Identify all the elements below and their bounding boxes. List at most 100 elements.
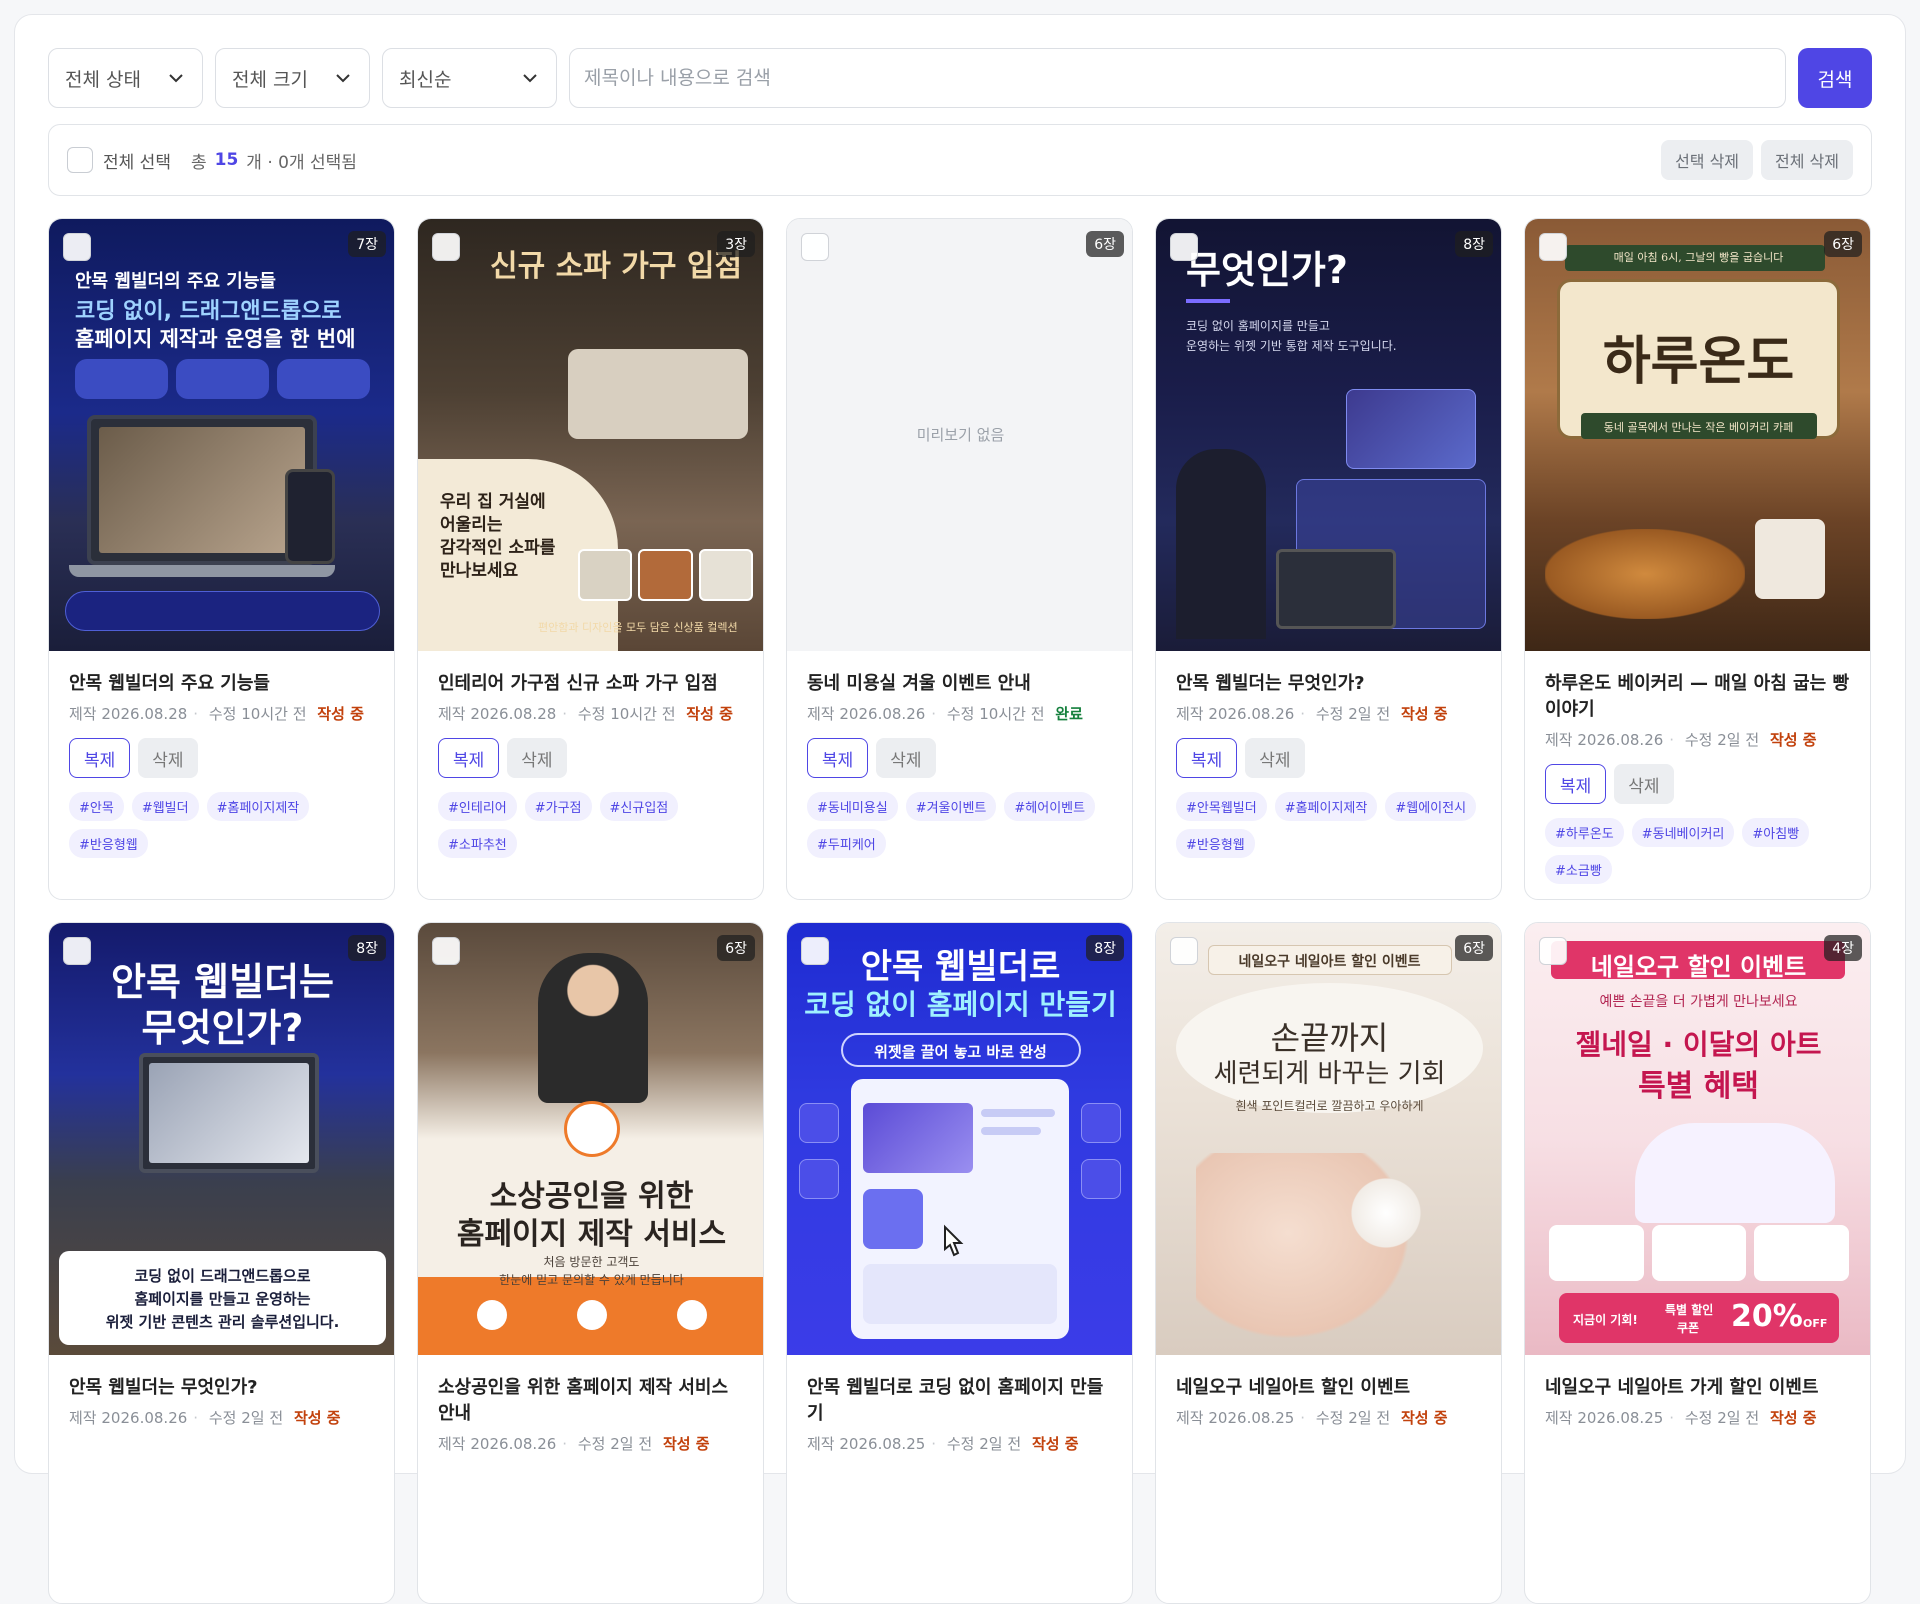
sort-select[interactable]: 최신순	[382, 48, 557, 108]
thumb-heading: 무엇인가?	[1186, 248, 1348, 292]
card-thumbnail[interactable]: 안목 웹빌더의 주요 기능들 코딩 없이, 드래그앤드롭으로 홈페이지 제작과 …	[49, 219, 394, 651]
tag[interactable]: #가구점	[524, 792, 592, 821]
card-title[interactable]: 하루온도 베이커리 — 매일 아침 굽는 빵 이야기	[1545, 671, 1850, 723]
card-checkbox[interactable]	[1539, 937, 1567, 965]
delete-button[interactable]: 삭제	[876, 738, 936, 778]
card-thumbnail[interactable]: 네일오구 할인 이벤트 예쁜 손끝을 더 가볍게 만나보세요 젤네일 · 이달의…	[1525, 923, 1870, 1355]
tag[interactable]: #안목	[69, 792, 124, 821]
size-filter-select[interactable]: 전체 크기	[215, 48, 370, 108]
tag[interactable]: #겨울이벤트	[905, 792, 997, 821]
card-thumbnail[interactable]: 매일 아침 6시, 그날의 빵을 굽습니다 하루온도 동네 골목에서 만나는 작…	[1525, 219, 1870, 651]
content-card[interactable]: 안목 웹빌더로 코딩 없이 홈페이지 만들기 위젯을 끌어 놓고 바로 완성 8…	[786, 922, 1133, 1604]
tag[interactable]: #동네베이커리	[1631, 818, 1735, 847]
thumb-sub: 예쁜 손끝을 더 가볍게 만나보세요	[1599, 994, 1798, 1010]
card-title[interactable]: 안목 웹빌더의 주요 기능들	[69, 671, 374, 697]
card-checkbox[interactable]	[432, 937, 460, 965]
content-card[interactable]: 미리보기 없음 6장 동네 미용실 겨울 이벤트 안내 제작 2026.08.2…	[786, 218, 1133, 900]
card-thumbnail[interactable]: 안목 웹빌더는 무엇인가? 코딩 없이 드래그앤드롭으로 홈페이지를 만들고 운…	[49, 923, 394, 1355]
card-title[interactable]: 동네 미용실 겨울 이벤트 안내	[807, 671, 1112, 697]
card-thumbnail[interactable]: 미리보기 없음 6장	[787, 219, 1132, 651]
delete-selected-button[interactable]: 선택 삭제	[1661, 140, 1754, 180]
updated-prefix: 수정	[1684, 1409, 1713, 1427]
card-checkbox[interactable]	[1539, 233, 1567, 261]
thumb-heading-2: 홈페이지 제작 서비스	[456, 1217, 727, 1252]
tag[interactable]: #소금빵	[1545, 855, 1612, 884]
card-title[interactable]: 소상공인을 위한 홈페이지 제작 서비스 안내	[438, 1375, 743, 1427]
content-card[interactable]: 신규 소파 가구 입점 우리 집 거실에 어울리는 감각적인 소파를 만나보세요…	[417, 218, 764, 900]
content-card[interactable]: 안목 웹빌더는 무엇인가? 코딩 없이 드래그앤드롭으로 홈페이지를 만들고 운…	[48, 922, 395, 1604]
updated-prefix: 수정	[208, 705, 237, 723]
card-thumbnail[interactable]: 무엇인가? 코딩 없이 홈페이지를 만들고 운영하는 위젯 기반 통합 제작 도…	[1156, 219, 1501, 651]
card-checkbox[interactable]	[801, 937, 829, 965]
tag[interactable]: #반응형웹	[69, 829, 148, 858]
search-button[interactable]: 검색	[1798, 48, 1872, 108]
card-checkbox[interactable]	[63, 937, 91, 965]
card-thumbnail[interactable]: 네일오구 네일아트 할인 이벤트 손끝까지 세련되게 바꾸는 기회 흰색 포인트…	[1156, 923, 1501, 1355]
select-all-label[interactable]: 전체 선택	[103, 148, 171, 173]
content-card[interactable]: 네일오구 네일아트 할인 이벤트 손끝까지 세련되게 바꾸는 기회 흰색 포인트…	[1155, 922, 1502, 1604]
tag[interactable]: #하루온도	[1545, 818, 1624, 847]
card-title[interactable]: 네일오구 네일아트 할인 이벤트	[1176, 1375, 1481, 1401]
tag[interactable]: #웹에이전시	[1385, 792, 1477, 821]
tag[interactable]: #홈페이지제작	[206, 792, 310, 821]
card-title[interactable]: 인테리어 가구점 신규 소파 가구 입점	[438, 671, 743, 697]
tag[interactable]: #두피케어	[807, 829, 886, 858]
copy-button[interactable]: 복제	[807, 738, 869, 778]
card-title[interactable]: 안목 웹빌더는 무엇인가?	[69, 1375, 374, 1401]
card-thumbnail[interactable]: 소상공인을 위한 홈페이지 제작 서비스 처음 방문한 고객도 한눈에 믿고 문…	[418, 923, 763, 1355]
content-card[interactable]: 매일 아침 6시, 그날의 빵을 굽습니다 하루온도 동네 골목에서 만나는 작…	[1524, 218, 1871, 900]
tag[interactable]: #소파추천	[438, 829, 517, 858]
status-badge: 작성 중	[1400, 705, 1448, 723]
status-filter-value: 전체 상태	[65, 68, 141, 91]
search-input[interactable]	[569, 48, 1786, 108]
copy-button[interactable]: 복제	[438, 738, 500, 778]
thumb-line-1: 코딩 없이 드래그앤드롭으로	[134, 1267, 311, 1285]
card-checkbox[interactable]	[801, 233, 829, 261]
card-checkbox[interactable]	[1170, 233, 1198, 261]
content-card[interactable]: 네일오구 할인 이벤트 예쁜 손끝을 더 가볍게 만나보세요 젤네일 · 이달의…	[1524, 922, 1871, 1604]
tag[interactable]: #동네미용실	[807, 792, 898, 821]
chevron-down-icon	[333, 68, 353, 88]
delete-all-button[interactable]: 전체 삭제	[1761, 140, 1853, 180]
thumb-heading: 안목 웹빌더의 주요 기능들	[75, 271, 276, 292]
card-title[interactable]: 안목 웹빌더로 코딩 없이 홈페이지 만들기	[807, 1375, 1112, 1427]
no-preview-label: 미리보기 없음	[916, 426, 1005, 444]
accent-underline	[1186, 299, 1230, 303]
tag[interactable]: #아침빵	[1742, 818, 1810, 847]
card-title[interactable]: 안목 웹빌더는 무엇인가?	[1176, 671, 1481, 697]
select-all-checkbox[interactable]	[67, 147, 93, 173]
card-checkbox[interactable]	[63, 233, 91, 261]
card-body: 하루온도 베이커리 — 매일 아침 굽는 빵 이야기 제작 2026.08.26…	[1525, 651, 1870, 884]
tag[interactable]: #인테리어	[438, 792, 517, 821]
card-thumbnail[interactable]: 안목 웹빌더로 코딩 없이 홈페이지 만들기 위젯을 끌어 놓고 바로 완성 8…	[787, 923, 1132, 1355]
thumb-heading-2: 무엇인가?	[141, 1006, 304, 1050]
card-thumbnail[interactable]: 신규 소파 가구 입점 우리 집 거실에 어울리는 감각적인 소파를 만나보세요…	[418, 219, 763, 651]
delete-button[interactable]: 삭제	[138, 738, 198, 778]
created-date: 2026.08.25	[1208, 1409, 1295, 1427]
tag[interactable]: #신규입점	[599, 792, 679, 821]
selection-bar: 전체 선택 총 15 개 · 0개 선택됨 선택 삭제 전체 삭제	[48, 124, 1872, 196]
tag[interactable]: #웹빌더	[131, 792, 199, 821]
copy-button[interactable]: 복제	[1545, 764, 1607, 804]
tag[interactable]: #안목웹빌더	[1176, 792, 1267, 821]
tag[interactable]: #홈페이지제작	[1274, 792, 1378, 821]
status-badge: 작성 중	[293, 1409, 341, 1427]
tag[interactable]: #헤어이벤트	[1004, 792, 1096, 821]
thumb-sub: 동네 골목에서 만나는 작은 베이커리 카페	[1603, 421, 1794, 434]
delete-button[interactable]: 삭제	[1245, 738, 1305, 778]
content-card[interactable]: 소상공인을 위한 홈페이지 제작 서비스 처음 방문한 고객도 한눈에 믿고 문…	[417, 922, 764, 1604]
thumb-heading-2: 코딩 없이 홈페이지 만들기	[804, 988, 1117, 1021]
card-checkbox[interactable]	[1170, 937, 1198, 965]
copy-button[interactable]: 복제	[69, 738, 131, 778]
thumb-line-1: 처음 방문한 고객도	[543, 1255, 640, 1269]
card-checkbox[interactable]	[432, 233, 460, 261]
copy-button[interactable]: 복제	[1176, 738, 1238, 778]
delete-button[interactable]: 삭제	[1614, 764, 1674, 804]
content-card[interactable]: 무엇인가? 코딩 없이 홈페이지를 만들고 운영하는 위젯 기반 통합 제작 도…	[1155, 218, 1502, 900]
card-title[interactable]: 네일오구 네일아트 가게 할인 이벤트	[1545, 1375, 1850, 1401]
tag[interactable]: #반응형웹	[1176, 829, 1255, 858]
content-card[interactable]: 안목 웹빌더의 주요 기능들 코딩 없이, 드래그앤드롭으로 홈페이지 제작과 …	[48, 218, 395, 900]
status-filter-select[interactable]: 전체 상태	[48, 48, 203, 108]
delete-button[interactable]: 삭제	[507, 738, 567, 778]
size-filter-value: 전체 크기	[232, 68, 308, 91]
